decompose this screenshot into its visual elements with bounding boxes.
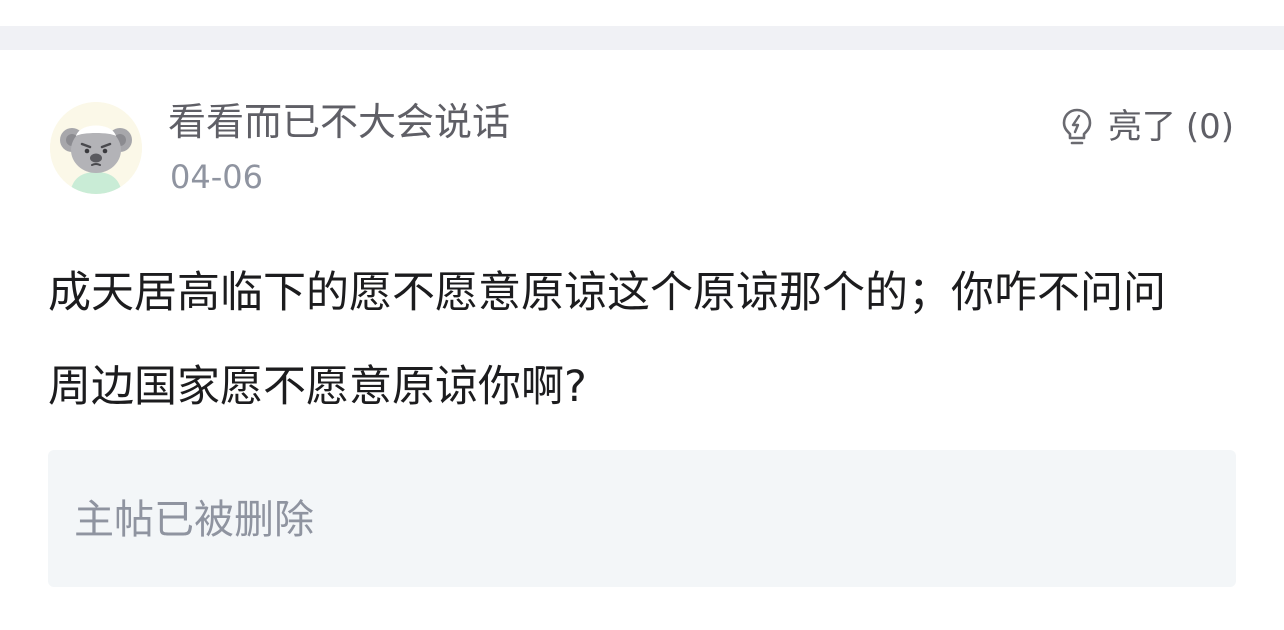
comment-card: 看看而已不大会说话 04-06 亮了 (0) 成天居高临下的愿不愿意原谅这个原谅…: [0, 50, 1284, 630]
like-button[interactable]: 亮了 (0): [1060, 102, 1234, 152]
comment-text: 成天居高临下的愿不愿意原谅这个原谅那个的；你咋不问问周边国家愿不愿意原谅你啊?: [48, 268, 1166, 412]
like-label: 亮了: [1107, 107, 1176, 147]
user-avatar[interactable]: [50, 102, 142, 194]
post-date: 04-06: [170, 158, 263, 196]
lightbulb-icon: [1062, 108, 1092, 145]
like-count: (0): [1185, 107, 1234, 147]
user-name[interactable]: 看看而已不大会说话: [168, 94, 510, 150]
koala-avatar-icon: [50, 102, 142, 194]
quoted-post-text: 主帖已被删除: [74, 497, 314, 543]
top-strip: [0, 0, 1284, 26]
quoted-post-box[interactable]: 主帖已被删除: [48, 450, 1236, 587]
section-divider: [0, 26, 1284, 50]
